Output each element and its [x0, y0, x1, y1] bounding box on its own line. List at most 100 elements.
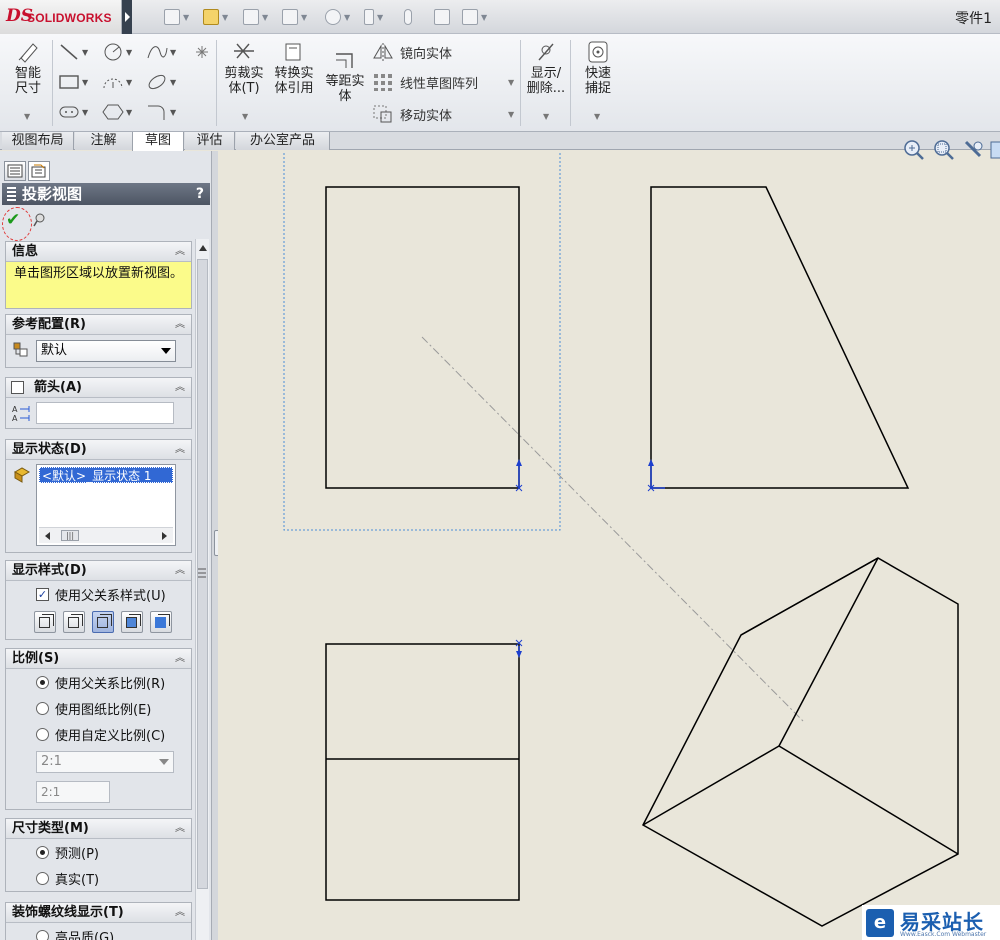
feature-manager-tab[interactable] — [4, 161, 26, 181]
collapse-icon[interactable]: ︽ — [175, 903, 185, 923]
point-tool[interactable] — [192, 42, 214, 62]
scroll-up-arrow[interactable] — [199, 245, 207, 251]
checkbox-checked[interactable]: ✓ — [36, 588, 49, 601]
cosmetic-thread-high-quality[interactable]: 高品质(G) — [36, 927, 114, 940]
cosmetic-thread-header[interactable]: 装饰螺纹线显示(T) ︽ — [6, 903, 191, 923]
undo-icon[interactable]: ▼ — [325, 7, 350, 27]
pattern-dropdown-arrow[interactable]: ▼ — [508, 78, 514, 87]
custom-scale-select[interactable]: 2:1 — [36, 751, 174, 773]
scroll-grip[interactable]: ||| — [61, 530, 79, 541]
display-style-header[interactable]: 显示样式(D) ︽ — [6, 561, 191, 581]
display-state-item[interactable]: <默认>_显示状态 1 — [39, 467, 173, 483]
quick-snaps-button[interactable]: 快速捕捉 — [574, 40, 622, 96]
shaded-with-edges-button[interactable] — [121, 611, 143, 633]
radio-selected[interactable] — [36, 676, 49, 689]
move-entities-button[interactable]: 移动实体 — [372, 104, 452, 124]
rebuild-icon[interactable] — [404, 7, 412, 27]
collapse-icon[interactable]: ︽ — [175, 315, 185, 335]
scroll-left-arrow[interactable] — [45, 532, 50, 540]
trim-dropdown-arrow[interactable]: ▼ — [242, 112, 248, 121]
help-button[interactable]: ? — [196, 183, 204, 205]
new-document-icon[interactable]: ▼ — [164, 7, 189, 27]
arrow-group-header[interactable]: 箭头(A) ︽ — [6, 378, 191, 398]
fillet-tool[interactable]: ▼ — [146, 102, 176, 122]
tab-office-products[interactable]: 办公室产品 — [236, 132, 330, 150]
spline-tool[interactable]: ▼ — [146, 42, 176, 62]
radio-unselected[interactable] — [36, 930, 49, 940]
linear-sketch-pattern-button[interactable]: 线性草图阵列 — [372, 72, 478, 92]
collapse-icon[interactable]: ︽ — [175, 378, 185, 398]
line-tool[interactable]: ▼ — [58, 42, 88, 62]
collapse-icon[interactable]: ︽ — [175, 561, 185, 581]
options-icon[interactable] — [434, 7, 450, 27]
scale-option-custom[interactable]: 使用自定义比例(C) — [36, 725, 165, 744]
rectangle-tool[interactable]: ▼ — [58, 72, 88, 92]
zoom-to-fit-icon[interactable] — [902, 138, 926, 162]
radio-unselected[interactable] — [36, 702, 49, 715]
tab-evaluate[interactable]: 评估 — [185, 132, 235, 150]
radio-selected[interactable] — [36, 846, 49, 859]
scale-option-sheet[interactable]: 使用图纸比例(E) — [36, 699, 151, 718]
select-pointer-icon[interactable]: ▼ — [364, 7, 383, 27]
dimension-type-projected[interactable]: 预测(P) — [36, 843, 99, 862]
wireframe-button[interactable] — [34, 611, 56, 633]
solidworks-logo[interactable]: DS SOLIDWORKS — [0, 0, 122, 34]
display-delete-relations-button[interactable]: 显示/删除... — [524, 40, 568, 96]
hidden-lines-removed-button[interactable] — [92, 611, 114, 633]
convert-entities-button[interactable]: 转换实体引用 — [270, 40, 318, 96]
display-state-header[interactable]: 显示状态(D) ︽ — [6, 440, 191, 460]
info-group-header[interactable]: 信息 ︽ — [6, 242, 191, 262]
drawing-sheet[interactable] — [218, 151, 1000, 940]
arrow-label-input[interactable] — [36, 402, 174, 424]
list-horizontal-scrollbar[interactable]: ||| — [39, 527, 173, 543]
file-properties-icon[interactable]: ▼ — [462, 7, 487, 27]
relations-dropdown-arrow[interactable]: ▼ — [543, 112, 549, 121]
collapse-icon[interactable]: ︽ — [175, 242, 185, 262]
dimension-type-true[interactable]: 真实(T) — [36, 869, 99, 888]
arc-tool[interactable]: ▼ — [102, 72, 132, 92]
zoom-to-area-icon[interactable] — [932, 138, 956, 162]
tab-sketch[interactable]: 草图 — [132, 132, 184, 151]
graphics-area[interactable] — [218, 151, 1000, 940]
top-view-drawing[interactable] — [325, 643, 520, 901]
scale-header[interactable]: 比例(S) ︽ — [6, 649, 191, 669]
slot-tool[interactable]: ▼ — [58, 102, 88, 122]
circle-tool[interactable]: ▼ — [102, 42, 132, 62]
side-view-drawing[interactable] — [650, 186, 910, 489]
quick-snap-dropdown-arrow[interactable]: ▼ — [594, 112, 600, 121]
save-icon[interactable]: ▼ — [243, 7, 268, 27]
tab-view-layout[interactable]: 视图布局 — [2, 132, 74, 150]
scroll-right-arrow[interactable] — [162, 532, 167, 540]
isometric-view-drawing[interactable] — [642, 557, 959, 927]
polygon-tool[interactable]: ▼ — [102, 102, 132, 122]
panel-menu-icon[interactable] — [196, 566, 208, 580]
custom-scale-input[interactable]: 2:1 — [36, 781, 110, 803]
smart-dimension-button[interactable]: 智能尺寸 — [6, 40, 50, 96]
use-parent-style-checkbox[interactable]: ✓ 使用父关系样式(U) — [36, 585, 166, 604]
tab-annotation[interactable]: 注解 — [75, 132, 133, 150]
radio-unselected[interactable] — [36, 872, 49, 885]
display-state-list[interactable]: <默认>_显示状态 1 ||| — [36, 464, 176, 546]
trim-entities-button[interactable]: 剪裁实体(T) — [220, 40, 268, 96]
reference-config-header[interactable]: 参考配置(R) ︽ — [6, 315, 191, 335]
arrow-checkbox[interactable] — [11, 381, 24, 394]
mirror-entities-button[interactable]: 镜向实体 — [372, 42, 452, 62]
ellipse-tool[interactable]: ▼ — [146, 72, 176, 92]
hidden-lines-visible-button[interactable] — [63, 611, 85, 633]
pushpin-icon[interactable] — [32, 212, 46, 228]
section-view-icon[interactable] — [990, 140, 1000, 162]
collapse-icon[interactable]: ︽ — [175, 440, 185, 460]
open-folder-icon[interactable]: ▼ — [203, 7, 228, 27]
radio-unselected[interactable] — [36, 728, 49, 741]
collapse-icon[interactable]: ︽ — [175, 649, 185, 669]
menu-expand-arrow[interactable] — [122, 0, 132, 34]
print-icon[interactable]: ▼ — [282, 7, 307, 27]
move-dropdown-arrow[interactable]: ▼ — [508, 110, 514, 119]
property-manager-tab[interactable] — [28, 161, 50, 181]
scale-option-parent[interactable]: 使用父关系比例(R) — [36, 673, 165, 692]
panel-vertical-scrollbar[interactable] — [195, 239, 209, 940]
reference-config-select[interactable]: 默认 — [36, 340, 176, 362]
shaded-button[interactable] — [150, 611, 172, 633]
dimension-type-header[interactable]: 尺寸类型(M) ︽ — [6, 819, 191, 839]
collapse-icon[interactable]: ︽ — [175, 819, 185, 839]
